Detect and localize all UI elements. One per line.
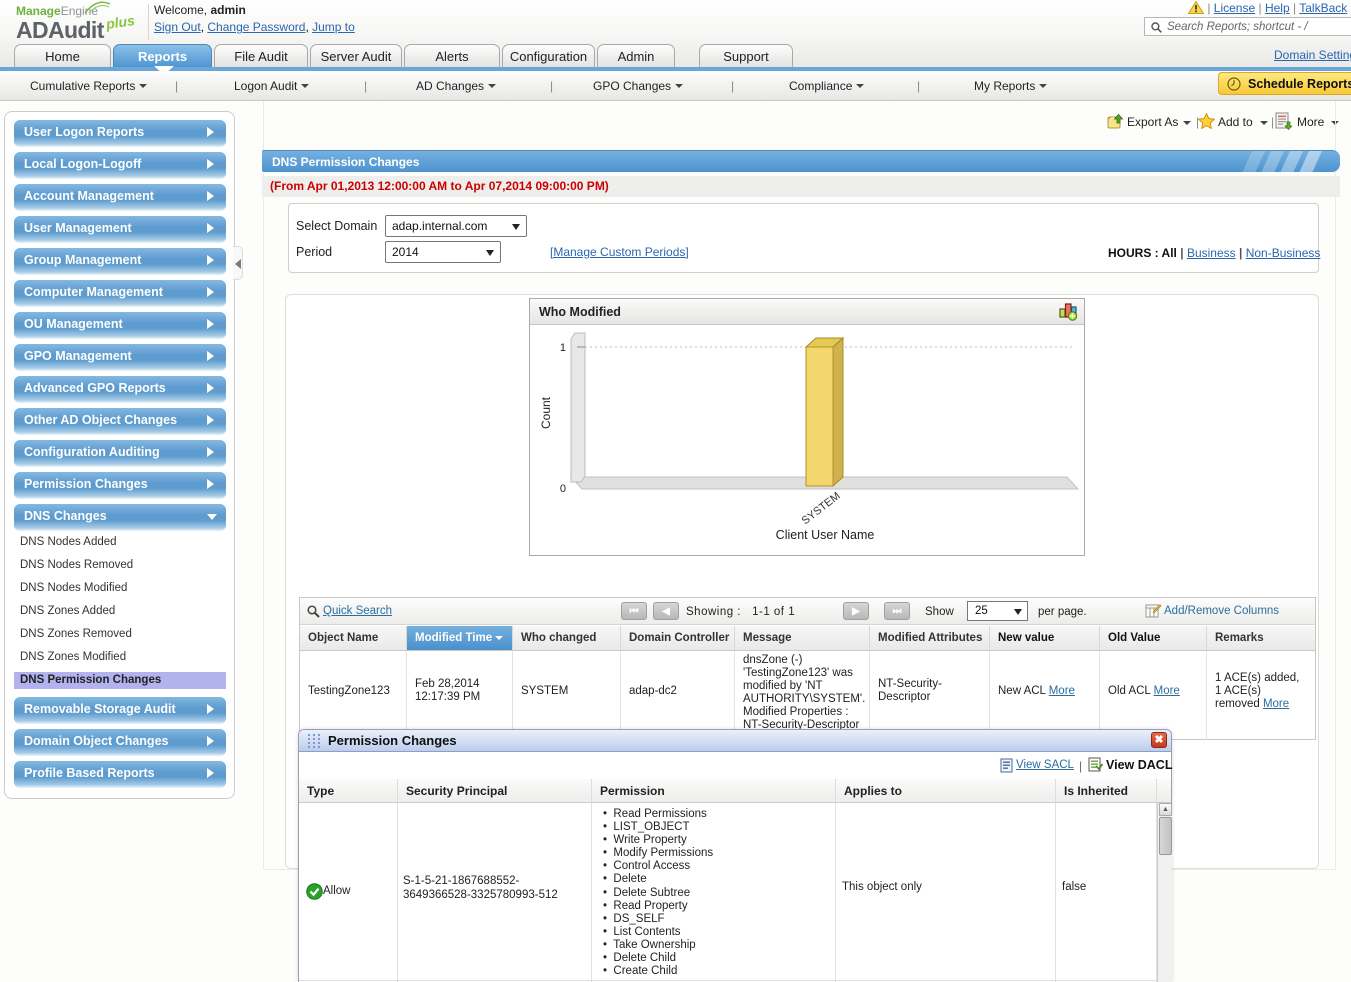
svg-text:1: 1 bbox=[560, 342, 566, 354]
svg-text:Count: Count bbox=[539, 396, 553, 429]
svg-text:0: 0 bbox=[560, 483, 566, 495]
svg-text:Client User Name: Client User Name bbox=[776, 528, 875, 542]
svg-text:SYSTEM: SYSTEM bbox=[800, 490, 843, 527]
